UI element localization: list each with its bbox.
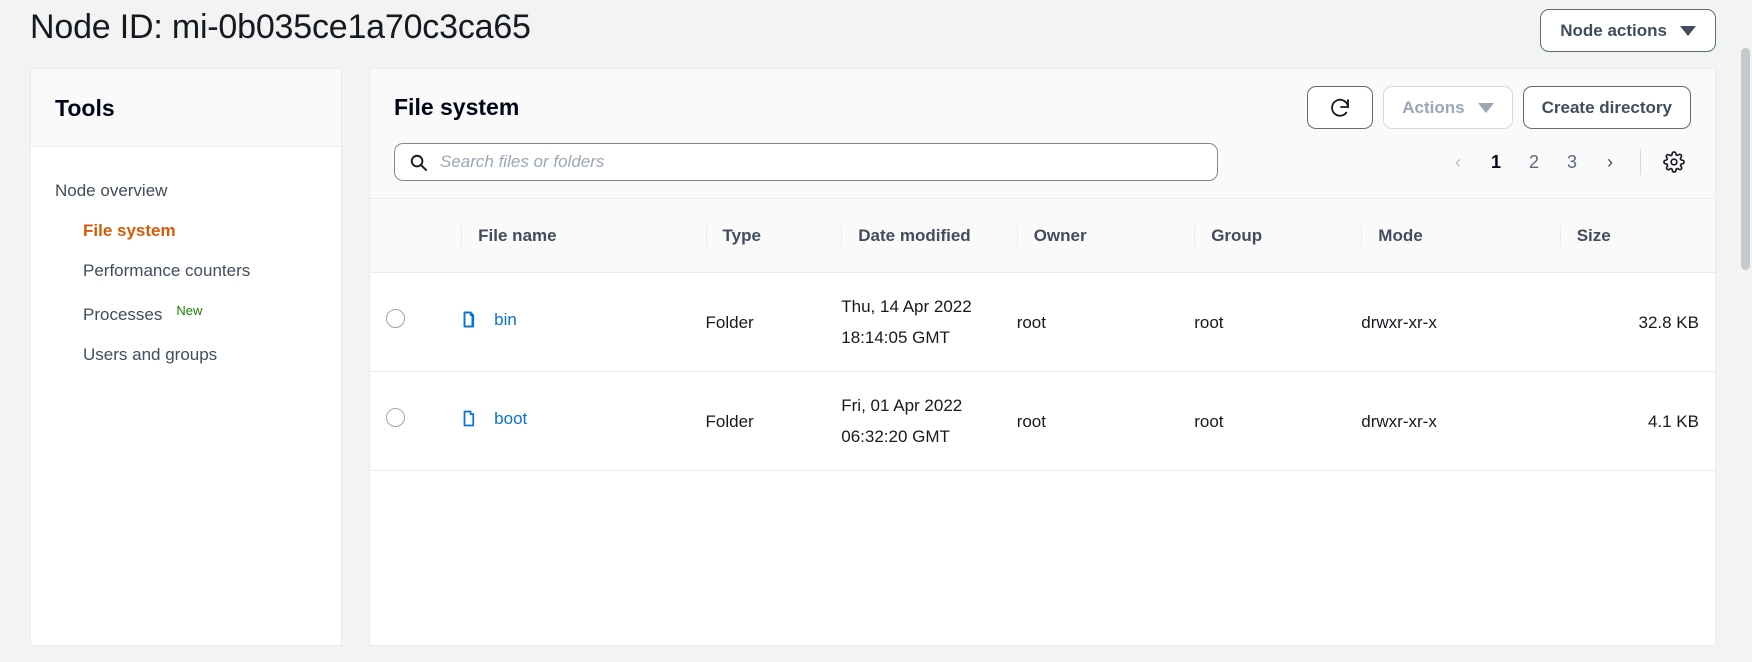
column-header-select: [370, 198, 446, 273]
node-actions-button[interactable]: Node actions: [1540, 9, 1716, 52]
file-system-header: File system Actions Create directory: [370, 69, 1715, 143]
actions-dropdown-button[interactable]: Actions: [1383, 86, 1513, 129]
sidebar-item-node-overview[interactable]: Node overview: [31, 171, 341, 211]
chevron-down-icon: [1477, 102, 1494, 113]
pagination: ‹ 1 2 3 ›: [1440, 144, 1691, 180]
row-select-cell: [370, 371, 446, 471]
file-system-header-actions: Actions Create directory: [1307, 86, 1691, 129]
row-mode-cell: drwxr-xr-x: [1345, 371, 1544, 471]
row-group-cell: root: [1178, 272, 1346, 372]
folder-icon: [463, 311, 475, 328]
pagination-divider: [1640, 149, 1641, 175]
pagination-next-button[interactable]: ›: [1592, 144, 1628, 180]
file-system-search-row: ‹ 1 2 3 ›: [370, 143, 1715, 198]
main-layout: Tools Node overview File system Performa…: [0, 68, 1752, 646]
column-header-date-modified[interactable]: Date modified: [825, 198, 1001, 273]
search-input[interactable]: [440, 152, 1203, 172]
row-size-cell: 32.8 KB: [1543, 272, 1715, 372]
refresh-icon: [1331, 98, 1350, 117]
column-header-file-name[interactable]: File name: [445, 198, 690, 273]
row-radio-button[interactable]: [386, 407, 405, 427]
file-system-table: File name Type Date modified Owner Group…: [370, 198, 1715, 471]
chevron-down-icon: [1680, 25, 1696, 36]
row-mode-cell: drwxr-xr-x: [1345, 272, 1544, 372]
create-directory-button[interactable]: Create directory: [1522, 86, 1691, 129]
table-row[interactable]: bin Folder Thu, 14 Apr 2022 18:14:05 GMT…: [370, 272, 1715, 372]
scrollbar-thumb[interactable]: [1741, 48, 1750, 270]
row-size-cell: 4.1 KB: [1543, 371, 1715, 471]
file-name-link[interactable]: boot: [494, 403, 527, 434]
row-file-name-cell: bin: [445, 272, 690, 372]
file-system-title: File system: [394, 94, 520, 120]
sidebar-item-processes[interactable]: Processes New: [31, 291, 341, 335]
file-system-panel: File system Actions Create directory Sea…: [369, 68, 1716, 646]
row-group-cell: root: [1178, 371, 1346, 471]
sidebar-item-processes-label: Processes: [83, 305, 163, 324]
column-header-type[interactable]: Type: [689, 198, 826, 273]
page-header: Node ID: mi-0b035ce1a70c3ca65 Node actio…: [0, 0, 1752, 68]
search-box[interactable]: [394, 143, 1218, 181]
row-file-name-cell: boot: [445, 371, 690, 471]
table-header: File name Type Date modified Owner Group…: [370, 198, 1715, 273]
refresh-button[interactable]: [1307, 86, 1374, 129]
node-actions-label: Node actions: [1560, 20, 1667, 40]
row-owner-cell: root: [1000, 272, 1179, 372]
new-badge: New: [176, 303, 203, 318]
row-radio-button[interactable]: [386, 308, 405, 328]
file-name-link[interactable]: bin: [494, 304, 517, 335]
row-owner-cell: root: [1000, 371, 1179, 471]
row-type-cell: Folder: [689, 272, 826, 372]
row-select-cell: [370, 272, 446, 372]
sidebar-item-file-system[interactable]: File system: [31, 211, 341, 251]
table-row[interactable]: boot Folder Fri, 01 Apr 2022 06:32:20 GM…: [370, 371, 1715, 471]
pagination-page-3[interactable]: 3: [1554, 144, 1590, 180]
page-scrollbar[interactable]: [1738, 0, 1752, 662]
gear-icon: [1663, 151, 1685, 173]
table-header-row: File name Type Date modified Owner Group…: [370, 198, 1715, 273]
sidebar-item-users-and-groups[interactable]: Users and groups: [31, 335, 341, 375]
sidebar-item-performance-counters[interactable]: Performance counters: [31, 251, 341, 291]
actions-label: Actions: [1402, 97, 1465, 117]
pagination-page-2[interactable]: 2: [1516, 144, 1552, 180]
row-date-modified-cell: Thu, 14 Apr 2022 18:14:05 GMT: [825, 272, 1001, 372]
tools-title: Tools: [55, 95, 115, 121]
page-title: Node ID: mi-0b035ce1a70c3ca65: [30, 8, 531, 46]
row-date-modified-cell: Fri, 01 Apr 2022 06:32:20 GMT: [825, 371, 1001, 471]
table-body: bin Folder Thu, 14 Apr 2022 18:14:05 GMT…: [370, 272, 1715, 471]
table-settings-button[interactable]: [1657, 145, 1691, 179]
tools-nav: Node overview File system Performance co…: [31, 147, 341, 395]
folder-icon: [463, 410, 475, 427]
pagination-prev-button[interactable]: ‹: [1440, 144, 1476, 180]
tools-panel-header: Tools: [31, 69, 341, 147]
column-header-size[interactable]: Size: [1543, 198, 1715, 273]
tools-panel: Tools Node overview File system Performa…: [30, 68, 342, 646]
search-icon: [410, 154, 428, 171]
pagination-page-1[interactable]: 1: [1478, 144, 1514, 180]
column-header-group[interactable]: Group: [1178, 198, 1346, 273]
column-header-owner[interactable]: Owner: [1000, 198, 1179, 273]
row-type-cell: Folder: [689, 371, 826, 471]
column-header-mode[interactable]: Mode: [1345, 198, 1544, 273]
